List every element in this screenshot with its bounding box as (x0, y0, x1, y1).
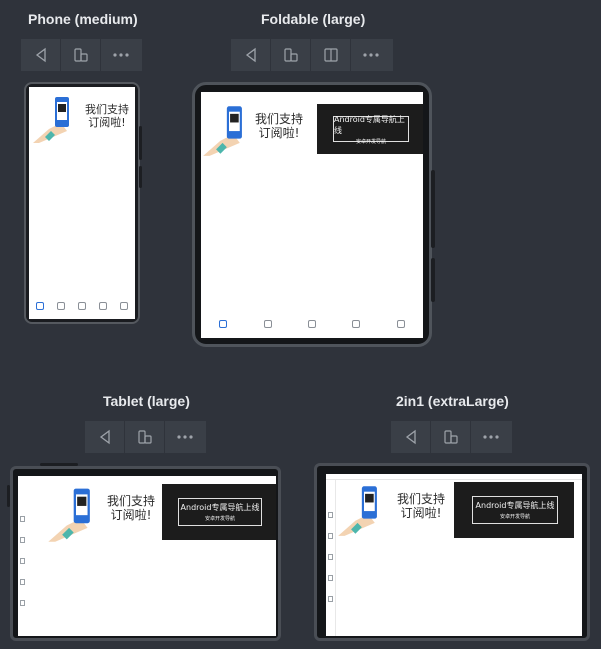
project-tab-icon[interactable] (396, 320, 405, 328)
fold-device-icon (137, 430, 152, 444)
tablet-frame: 我们支持 订阅啦! Android专属导航上线 安卓开发导航 (10, 466, 281, 641)
foldable-tabbar (201, 316, 423, 332)
subscribe-line1: 我们支持 (396, 492, 445, 506)
foldable-side-button-2 (431, 258, 435, 302)
promo-banner[interactable]: Android专属导航上线 安卓开发导航 (454, 482, 574, 538)
home-tab-icon[interactable] (219, 320, 228, 328)
subscribe-text: 我们支持 订阅啦! (249, 112, 309, 141)
subscribe-text: 我们支持 订阅啦! (81, 103, 133, 129)
twoinone-toolbar (391, 421, 512, 453)
foldable-side-button (431, 170, 435, 248)
twoinone-side-navigation (328, 512, 333, 617)
subscribe-text: 我们支持 订阅啦! (390, 492, 452, 521)
foldable-toolbar (231, 39, 393, 71)
home-tab-icon[interactable] (20, 516, 25, 522)
twoinone-fold-button[interactable] (431, 421, 471, 453)
promo-title: Android专属导航上线 (334, 114, 405, 135)
twoinone-more-button[interactable] (471, 421, 511, 453)
back-icon (245, 47, 256, 63)
phone-more-button[interactable] (101, 39, 141, 71)
back-icon (99, 429, 110, 445)
twoinone-window-bar (326, 474, 582, 480)
project-tab-icon[interactable] (20, 600, 25, 606)
fold-device-icon (443, 430, 458, 444)
promo-subtitle: 安卓开发导航 (499, 514, 530, 520)
wechat-tab-icon[interactable] (20, 558, 25, 564)
phone-screen: 我们支持 订阅啦! (29, 87, 135, 319)
phone-side-button-2 (139, 166, 142, 188)
tablet-top-button (40, 463, 78, 466)
subscribe-illustration (338, 486, 377, 536)
promo-subtitle: 安卓开发导航 (204, 516, 235, 522)
phone-toolbar (21, 39, 142, 71)
wechat-tab-icon[interactable] (77, 302, 86, 310)
foldable-back-button[interactable] (231, 39, 271, 71)
wechat-tab-icon[interactable] (328, 554, 333, 560)
foldable-title: Foldable (large) (261, 11, 366, 27)
foldable-frame: 我们支持 订阅啦! Android专属导航上线 安卓开发导航 (192, 82, 432, 347)
subscribe-illustration (48, 488, 90, 542)
subscribe-text: 我们支持 订阅啦! (100, 494, 162, 523)
phone-back-button[interactable] (21, 39, 61, 71)
twoinone-title: 2in1 (extraLarge) (396, 393, 509, 409)
subscribe-line1: 我们支持 (85, 103, 129, 116)
fold-device-icon (283, 48, 298, 62)
promo-banner[interactable]: Android专属导航上线 安卓开发导航 (162, 484, 276, 540)
foldable-more-button[interactable] (351, 39, 391, 71)
phone-fold-button[interactable] (61, 39, 101, 71)
navigation-tab-icon[interactable] (99, 302, 108, 310)
fold-device-icon (73, 48, 88, 62)
navigation-tab-icon[interactable] (352, 320, 361, 328)
system-tab-icon[interactable] (56, 302, 65, 310)
tablet-screen: 我们支持 订阅啦! Android专属导航上线 安卓开发导航 (18, 476, 276, 636)
tablet-title: Tablet (large) (103, 393, 190, 409)
foldable-split-button[interactable] (311, 39, 351, 71)
system-tab-icon[interactable] (20, 537, 25, 543)
tablet-back-button[interactable] (85, 421, 125, 453)
tablet-more-button[interactable] (165, 421, 205, 453)
twoinone-screen: 我们支持 订阅啦! Android专属导航上线 安卓开发导航 (326, 474, 582, 636)
system-tab-icon[interactable] (263, 320, 272, 328)
project-tab-icon[interactable] (120, 302, 129, 310)
twoinone-back-button[interactable] (391, 421, 431, 453)
tablet-side-button (7, 485, 10, 507)
more-icon (483, 435, 499, 439)
navigation-tab-icon[interactable] (328, 575, 333, 581)
tablet-side-navigation (20, 516, 25, 621)
home-tab-icon[interactable] (328, 512, 333, 518)
more-icon (363, 53, 379, 57)
subscribe-line2: 订阅啦! (88, 116, 126, 130)
twoinone-frame: 我们支持 订阅啦! Android专属导航上线 安卓开发导航 (314, 463, 590, 641)
subscribe-line2: 订阅啦! (110, 508, 152, 523)
phone-title: Phone (medium) (28, 11, 138, 27)
system-tab-icon[interactable] (328, 533, 333, 539)
phone-tabbar (29, 299, 135, 313)
subscribe-line1: 我们支持 (254, 112, 303, 126)
home-tab-icon[interactable] (35, 302, 44, 310)
promo-title: Android专属导航上线 (180, 503, 260, 512)
navigation-tab-icon[interactable] (20, 579, 25, 585)
subscribe-line2: 订阅啦! (258, 126, 300, 141)
wechat-tab-icon[interactable] (307, 320, 316, 328)
promo-banner[interactable]: Android专属导航上线 安卓开发导航 (317, 104, 423, 154)
phone-frame: 我们支持 订阅啦! (24, 82, 140, 324)
back-icon (405, 429, 416, 445)
foldable-screen: 我们支持 订阅啦! Android专属导航上线 安卓开发导航 (201, 92, 423, 338)
subscribe-illustration (33, 97, 69, 143)
foldable-fold-button[interactable] (271, 39, 311, 71)
promo-subtitle: 安卓开发导航 (355, 138, 386, 145)
subscribe-line2: 订阅啦! (400, 506, 442, 521)
tablet-toolbar (85, 421, 206, 453)
subscribe-line1: 我们支持 (106, 494, 155, 508)
project-tab-icon[interactable] (328, 596, 333, 602)
more-icon (113, 53, 129, 57)
tablet-fold-button[interactable] (125, 421, 165, 453)
promo-title: Android专属导航上线 (475, 501, 555, 510)
split-screen-icon (323, 48, 338, 62)
more-icon (177, 435, 193, 439)
phone-side-button (139, 126, 142, 160)
back-icon (35, 47, 46, 63)
